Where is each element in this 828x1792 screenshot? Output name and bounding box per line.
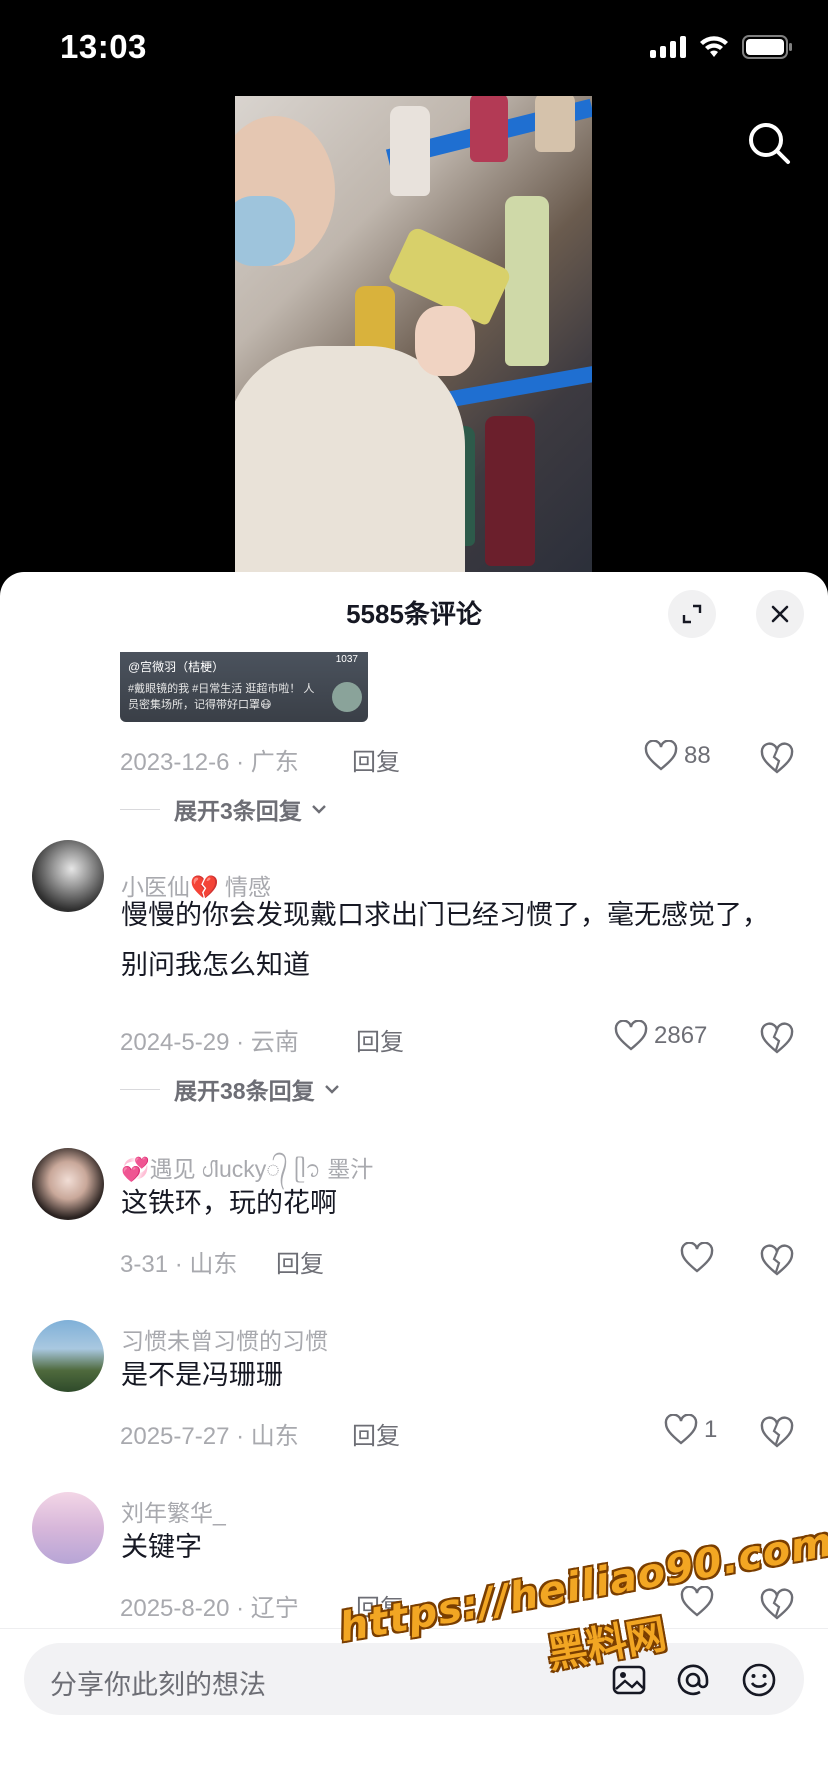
- like-button[interactable]: 1: [664, 1414, 717, 1446]
- like-button[interactable]: [680, 1586, 720, 1618]
- expand-button[interactable]: [668, 590, 716, 638]
- heart-icon: [614, 1020, 648, 1051]
- comment-text: 这铁环，玩的花啊: [121, 1188, 337, 1218]
- video-bottle: [470, 96, 508, 162]
- broken-heart-icon[interactable]: [760, 1022, 794, 1056]
- like-button[interactable]: [680, 1242, 720, 1274]
- reply-button[interactable]: 回复: [276, 1244, 324, 1279]
- battery-icon: [742, 35, 792, 59]
- video-hand: [415, 306, 475, 376]
- close-button[interactable]: [756, 590, 804, 638]
- heart-icon: [680, 1586, 714, 1617]
- broken-heart-icon[interactable]: [760, 1588, 794, 1622]
- reply-button[interactable]: 回复: [352, 742, 400, 777]
- comment-input-bar: 分享你此刻的想法: [0, 1628, 828, 1792]
- comment-sheet: 5585条评论 @宫微羽（桔梗） #戴眼镜的我 #日常生活 逛超市啦！ 人 员密…: [0, 572, 828, 1792]
- search-icon[interactable]: [740, 114, 800, 174]
- expand-replies-label: 展开38条回复: [174, 1078, 315, 1104]
- video-frame[interactable]: [235, 96, 592, 576]
- thumbnail-line: @宫微羽（桔梗）: [128, 660, 225, 674]
- video-bottle: [535, 96, 575, 152]
- expand-replies-label: 展开3条回复: [174, 798, 302, 824]
- broken-heart-icon[interactable]: [760, 1244, 794, 1278]
- heart-icon: [664, 1414, 698, 1445]
- avatar[interactable]: [32, 1148, 104, 1220]
- like-button[interactable]: 2867: [614, 1020, 707, 1052]
- thumbnail-line: #戴眼镜的我 #日常生活 逛超市啦！ 人: [128, 683, 315, 695]
- broken-heart-icon[interactable]: [760, 1416, 794, 1450]
- close-icon: [771, 605, 789, 623]
- video-mask: [235, 196, 295, 266]
- broken-heart-icon[interactable]: [760, 742, 794, 776]
- comment-text: 慢慢的你会发现戴口求出门已经习惯了，毫无感觉了，别问我怎么知道: [121, 900, 769, 980]
- comment-list[interactable]: @宫微羽（桔梗） #戴眼镜的我 #日常生活 逛超市啦！ 人 员密集场所，记得带好…: [0, 652, 828, 1628]
- expand-replies-button[interactable]: 展开38条回复: [120, 1072, 343, 1106]
- chevron-down-icon: [311, 805, 326, 814]
- sheet-header: 5585条评论: [0, 572, 828, 652]
- comment-text: 是不是冯珊珊: [121, 1360, 283, 1390]
- expand-icon: [682, 604, 702, 624]
- divider: [120, 808, 160, 810]
- reply-button[interactable]: 回复: [356, 1588, 404, 1623]
- signal-icon: [650, 36, 686, 58]
- thumbnail-count: 1037: [335, 654, 358, 665]
- image-icon[interactable]: [610, 1661, 648, 1699]
- video-area[interactable]: [0, 96, 828, 576]
- like-button[interactable]: 88: [644, 740, 711, 772]
- video-bottle: [390, 106, 430, 196]
- comment-input-placeholder: 分享你此刻的想法: [50, 1670, 266, 1700]
- avatar[interactable]: [32, 1320, 104, 1392]
- comment-input[interactable]: 分享你此刻的想法: [24, 1643, 804, 1715]
- emoji-icon[interactable]: [740, 1661, 778, 1699]
- reply-button[interactable]: 回复: [356, 1022, 404, 1057]
- comment-image-thumbnail[interactable]: @宫微羽（桔梗） #戴眼镜的我 #日常生活 逛超市啦！ 人 员密集场所，记得带好…: [120, 652, 368, 722]
- comment-date-location: 2023-12-6 · 广东: [120, 749, 299, 776]
- chevron-down-icon: [324, 1085, 339, 1094]
- heart-icon: [644, 740, 678, 771]
- comment-date-location: 3-31 · 山东: [120, 1251, 238, 1278]
- avatar[interactable]: [32, 1492, 104, 1564]
- at-icon[interactable]: [674, 1661, 712, 1699]
- video-bottle: [485, 416, 535, 566]
- thumbnail-avatar: [332, 682, 362, 712]
- comment-date-location: 2025-8-20 · 辽宁: [120, 1595, 299, 1622]
- thumbnail-line: 员密集场所，记得带好口罩😷: [128, 699, 272, 711]
- comment-date-location: 2024-5-29 · 云南: [120, 1029, 299, 1056]
- avatar[interactable]: [32, 840, 104, 912]
- like-count: 1: [704, 1416, 718, 1443]
- status-icons: [650, 34, 794, 60]
- wifi-icon: [700, 36, 728, 57]
- comment-date-location: 2025-7-27 · 山东: [120, 1423, 299, 1450]
- video-bottle: [505, 196, 549, 366]
- video-coat: [235, 346, 465, 576]
- comment-text: 关键字: [121, 1532, 202, 1562]
- expand-replies-button[interactable]: 展开3条回复: [120, 792, 330, 826]
- divider: [120, 1088, 160, 1090]
- reply-button[interactable]: 回复: [352, 1416, 400, 1451]
- status-bar: 13:03: [0, 0, 828, 96]
- status-time: 13:03: [60, 28, 147, 65]
- like-count: 2867: [654, 1022, 708, 1049]
- like-count: 88: [684, 742, 711, 769]
- heart-icon: [680, 1242, 714, 1273]
